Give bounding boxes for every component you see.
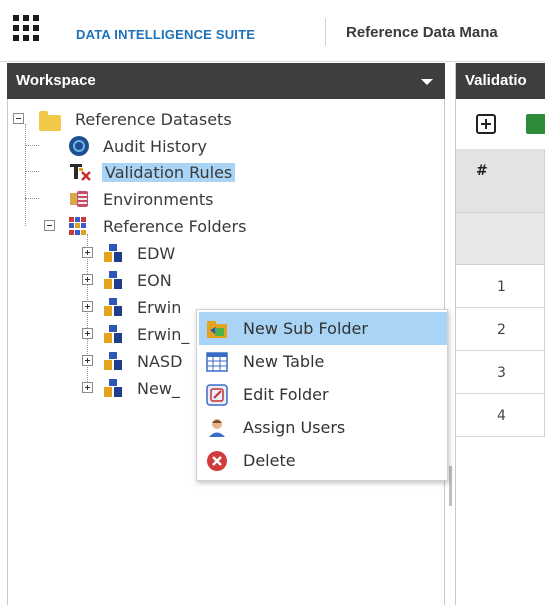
grid-filter-row — [456, 213, 545, 265]
expand-toggle[interactable] — [82, 382, 93, 393]
menu-item-label: Delete — [243, 451, 296, 470]
tree-item-edw[interactable]: EDW — [103, 241, 175, 265]
grid-icon — [69, 217, 87, 235]
tree-item-eon[interactable]: EON — [103, 268, 172, 292]
tree-connector — [25, 171, 39, 172]
edit-icon — [206, 384, 228, 406]
table-row[interactable]: 3 — [456, 351, 545, 394]
top-bar: DATA INTELLIGENCE SUITE Reference Data M… — [0, 0, 545, 62]
folder-users-icon — [104, 244, 122, 262]
menu-item-label: New Sub Folder — [243, 319, 368, 338]
validation-toolbar — [456, 99, 545, 149]
tree-item-label: EDW — [137, 243, 176, 263]
chevron-down-icon[interactable] — [421, 79, 433, 85]
collapse-toggle[interactable] — [13, 113, 24, 124]
expand-toggle[interactable] — [82, 328, 93, 339]
tree-item-erwin[interactable]: Erwin — [103, 295, 181, 319]
tree-item-label: Erwin — [137, 297, 182, 317]
expand-toggle[interactable] — [82, 247, 93, 258]
context-menu: New Sub Folder New Table Edit Folder Ass… — [196, 309, 448, 481]
module-title: Reference Data Mana — [346, 24, 498, 41]
table-icon — [206, 352, 228, 372]
tree-item-erwin-2[interactable]: Erwin_ — [103, 322, 189, 346]
tree-item-nasd[interactable]: NASD — [103, 349, 182, 373]
scrollbar-thumb[interactable] — [449, 466, 452, 506]
tree-connector — [25, 145, 39, 146]
tree-item-environments[interactable]: Environments — [69, 187, 214, 211]
tree-item-label: EON — [137, 270, 172, 290]
header-divider — [325, 18, 326, 46]
expand-toggle[interactable] — [82, 274, 93, 285]
row-number: 2 — [497, 322, 506, 338]
row-number: 4 — [497, 408, 506, 424]
tree-item-validation-rules[interactable]: Validation Rules — [69, 160, 236, 184]
menu-item-assign-users[interactable]: Assign Users — [199, 411, 447, 444]
tree-connector — [25, 124, 26, 226]
brand-title[interactable]: DATA INTELLIGENCE SUITE — [76, 27, 255, 42]
table-row[interactable]: 4 — [456, 394, 545, 437]
tree-item-audit-history[interactable]: Audit History — [69, 134, 207, 158]
folder-users-icon — [104, 352, 122, 370]
folder-users-icon — [104, 271, 122, 289]
tree-item-label: Reference Datasets — [75, 109, 232, 129]
folder-users-icon — [104, 298, 122, 316]
row-number: 3 — [497, 365, 506, 381]
tree-item-label: Audit History — [103, 136, 207, 156]
tree-item-new[interactable]: New_ — [103, 376, 180, 400]
column-header-number[interactable]: # — [476, 163, 488, 179]
menu-item-edit-folder[interactable]: Edit Folder — [199, 378, 447, 411]
globe-icon — [69, 136, 89, 156]
validation-panel: Validatio # 1 2 3 4 — [455, 63, 545, 605]
table-row[interactable]: 1 — [456, 265, 545, 308]
tree-item-label: Erwin_ — [137, 324, 190, 344]
folder-users-icon — [104, 379, 122, 397]
tree-item-reference-folders[interactable]: Reference Folders — [69, 214, 246, 238]
menu-item-label: Assign Users — [243, 418, 346, 437]
export-excel-icon[interactable] — [526, 114, 545, 134]
row-number: 1 — [497, 279, 506, 295]
environments-icon — [70, 191, 88, 207]
table-row[interactable]: 2 — [456, 308, 545, 351]
menu-item-new-sub-folder[interactable]: New Sub Folder — [199, 312, 447, 345]
folder-users-icon — [104, 325, 122, 343]
menu-item-label: Edit Folder — [243, 385, 329, 404]
delete-icon — [207, 451, 227, 471]
workspace-header: Workspace — [7, 63, 445, 99]
tree-item-label: Reference Folders — [103, 216, 247, 236]
workspace-title: Workspace — [16, 72, 96, 89]
tree-item-label: Validation Rules — [102, 162, 236, 182]
tree-item-label: New_ — [137, 378, 180, 398]
tree-connector — [25, 198, 39, 199]
menu-item-label: New Table — [243, 352, 325, 371]
collapse-toggle[interactable] — [44, 220, 55, 231]
menu-item-new-table[interactable]: New Table — [199, 345, 447, 378]
app-launcher-icon[interactable] — [13, 15, 39, 41]
user-icon — [209, 419, 225, 437]
tree-item-label: NASD — [137, 351, 183, 371]
menu-item-delete[interactable]: Delete — [199, 444, 447, 477]
grid-header: # — [456, 149, 545, 213]
expand-toggle[interactable] — [82, 301, 93, 312]
expand-toggle[interactable] — [82, 355, 93, 366]
new-sub-folder-icon — [207, 321, 227, 338]
validation-rules-icon — [70, 164, 91, 181]
tree-item-label: Environments — [103, 189, 214, 209]
validation-panel-header: Validatio — [456, 63, 545, 99]
tree-item-reference-datasets[interactable]: Reference Datasets — [39, 107, 232, 131]
validation-panel-title: Validatio — [465, 72, 527, 89]
folder-icon — [39, 111, 61, 131]
add-icon[interactable] — [476, 114, 496, 134]
